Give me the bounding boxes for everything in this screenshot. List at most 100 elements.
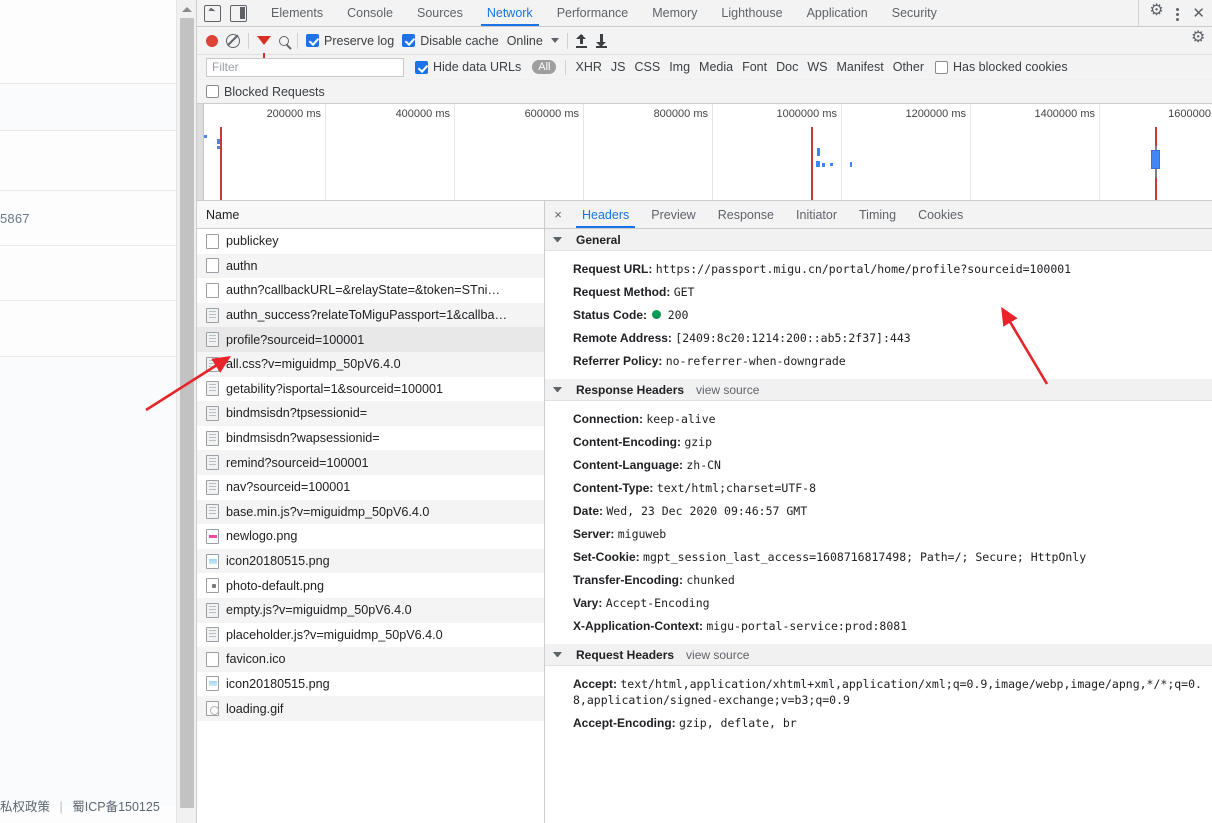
kebab-menu-icon[interactable] <box>1176 6 1180 21</box>
table-row[interactable]: icon20180515.png <box>197 672 544 697</box>
chevron-down-icon[interactable] <box>553 652 562 657</box>
has-blocked-cookies-checkbox-box[interactable] <box>934 60 948 74</box>
disable-cache-checkbox-box[interactable] <box>402 34 416 47</box>
file-plain-icon <box>206 258 219 274</box>
view-source-link[interactable]: view source <box>686 648 749 662</box>
device-toolbar-icon[interactable] <box>230 4 247 22</box>
throttling-select-value[interactable]: Online <box>507 34 543 48</box>
tab-security[interactable]: Security <box>880 0 949 26</box>
table-row[interactable]: icon20180515.png <box>197 548 544 574</box>
section-header-response-headers[interactable]: Response Headers view source <box>545 379 1212 401</box>
table-row[interactable]: publickey <box>197 229 544 254</box>
blocked-requests-checkbox-box[interactable] <box>206 85 219 98</box>
import-har-icon[interactable] <box>576 33 588 48</box>
table-row[interactable]: authn_success?relateToMiguPassport=1&cal… <box>197 302 544 328</box>
tab-elements[interactable]: Elements <box>259 0 335 26</box>
network-control-bar-right <box>1181 30 1206 48</box>
tab-initiator[interactable]: Initiator <box>785 201 848 228</box>
network-settings-gear-icon[interactable] <box>1191 30 1206 48</box>
inspect-element-icon[interactable] <box>204 4 221 22</box>
page-scrollbar[interactable] <box>176 0 197 823</box>
chevron-down-icon[interactable] <box>553 387 562 392</box>
preserve-log-checkbox[interactable]: Preserve log <box>306 34 394 48</box>
table-row-selected[interactable]: profile?sourceid=100001 <box>197 327 544 352</box>
header-key: Remote Address: <box>573 330 672 345</box>
table-row[interactable]: authn <box>197 253 544 279</box>
section-header-request-headers[interactable]: Request Headers view source <box>545 644 1212 666</box>
table-row[interactable]: loading.gif <box>197 696 544 721</box>
chevron-down-icon[interactable] <box>550 38 559 43</box>
table-row[interactable]: empty.js?v=miguidmp_50pV6.4.0 <box>197 597 544 623</box>
type-filter-js[interactable]: JS <box>611 60 626 74</box>
header-key: Request URL: <box>573 261 653 276</box>
tab-response[interactable]: Response <box>707 201 785 228</box>
disable-cache-checkbox[interactable]: Disable cache <box>402 34 499 48</box>
type-filter-font[interactable]: Font <box>742 60 767 74</box>
tab-memory[interactable]: Memory <box>640 0 709 26</box>
export-har-icon[interactable] <box>596 33 608 48</box>
header-value: no-referrer-when-downgrade <box>665 353 846 368</box>
table-row[interactable]: all.css?v=miguidmp_50pV6.4.0 <box>197 351 544 377</box>
overview-request-bar <box>217 146 220 149</box>
table-row[interactable]: photo-default.png <box>197 573 544 598</box>
type-filter-css[interactable]: CSS <box>634 60 660 74</box>
filter-input[interactable] <box>206 57 404 77</box>
type-filter-doc[interactable]: Doc <box>776 60 798 74</box>
filter-funnel-icon[interactable] <box>257 36 271 58</box>
clear-button-icon[interactable] <box>226 33 240 48</box>
scrollbar-thumb[interactable] <box>180 18 194 808</box>
type-filter-img[interactable]: Img <box>669 60 690 74</box>
gear-icon[interactable] <box>1149 3 1164 21</box>
details-scroll-area[interactable]: General Request URL: https://passport.mi… <box>545 229 1212 823</box>
scroll-up-arrow-icon[interactable] <box>177 0 197 18</box>
hide-data-urls-checkbox[interactable]: Hide data URLs <box>415 60 521 74</box>
privacy-policy-link[interactable]: 私权政策 <box>0 800 50 814</box>
tab-headers[interactable]: Headers <box>571 201 640 228</box>
section-header-general[interactable]: General <box>545 229 1212 251</box>
record-button-icon[interactable] <box>206 34 218 47</box>
tab-application[interactable]: Application <box>795 0 880 26</box>
tab-console[interactable]: Console <box>335 0 405 26</box>
overview-tick-4: 800000 ms <box>653 108 708 120</box>
table-row[interactable]: getability?isportal=1&sourceid=100001 <box>197 377 544 402</box>
type-filter-ws[interactable]: WS <box>807 60 827 74</box>
tab-lighthouse[interactable]: Lighthouse <box>709 0 794 26</box>
type-filter-manifest[interactable]: Manifest <box>836 60 883 74</box>
hide-data-urls-checkbox-box[interactable] <box>415 60 428 74</box>
preserve-log-checkbox-box[interactable] <box>306 34 319 47</box>
table-row[interactable]: base.min.js?v=miguidmp_50pV6.4.0 <box>197 499 544 525</box>
overview-request-bar <box>822 163 825 167</box>
tab-performance[interactable]: Performance <box>545 0 641 26</box>
tab-preview[interactable]: Preview <box>640 201 706 228</box>
table-row[interactable]: authn?callbackURL=&relayState=&token=STn… <box>197 278 544 303</box>
view-source-link[interactable]: view source <box>696 383 759 397</box>
table-row[interactable]: newlogo.png <box>197 524 544 549</box>
tab-network[interactable]: Network <box>475 0 545 26</box>
search-icon[interactable] <box>279 35 289 46</box>
type-filter-all[interactable]: All <box>532 60 557 74</box>
network-overview-timeline[interactable]: 200000 ms 400000 ms 600000 ms 800000 ms … <box>197 104 1212 201</box>
request-name: icon20180515.png <box>226 554 330 569</box>
chevron-down-icon[interactable] <box>553 237 562 242</box>
type-filter-other[interactable]: Other <box>893 60 924 74</box>
request-name: loading.gif <box>226 701 284 716</box>
table-row[interactable]: favicon.ico <box>197 647 544 672</box>
header-key: Accept-Encoding: <box>573 715 676 730</box>
overview-left-grabber[interactable] <box>197 104 204 200</box>
table-row[interactable]: bindmsisdn?tpsessionid= <box>197 401 544 426</box>
request-name: all.css?v=miguidmp_50pV6.4.0 <box>226 357 401 372</box>
type-filter-xhr[interactable]: XHR <box>575 60 601 74</box>
table-row[interactable]: placeholder.js?v=miguidmp_50pV6.4.0 <box>197 623 544 648</box>
tab-timing[interactable]: Timing <box>848 201 907 228</box>
tab-sources[interactable]: Sources <box>405 0 475 26</box>
close-details-icon[interactable]: × <box>545 201 571 228</box>
has-blocked-cookies-checkbox[interactable]: Has blocked cookies <box>934 60 1068 74</box>
table-row[interactable]: nav?sourceid=100001 <box>197 475 544 500</box>
close-icon[interactable]: ✕ <box>1192 6 1205 21</box>
type-filter-media[interactable]: Media <box>699 60 733 74</box>
blocked-requests-checkbox[interactable]: Blocked Requests <box>206 85 325 99</box>
tab-cookies[interactable]: Cookies <box>907 201 974 228</box>
table-row[interactable]: bindmsisdn?wapsessionid= <box>197 426 544 451</box>
request-list-header[interactable]: Name <box>197 201 544 229</box>
table-row[interactable]: remind?sourceid=100001 <box>197 450 544 475</box>
